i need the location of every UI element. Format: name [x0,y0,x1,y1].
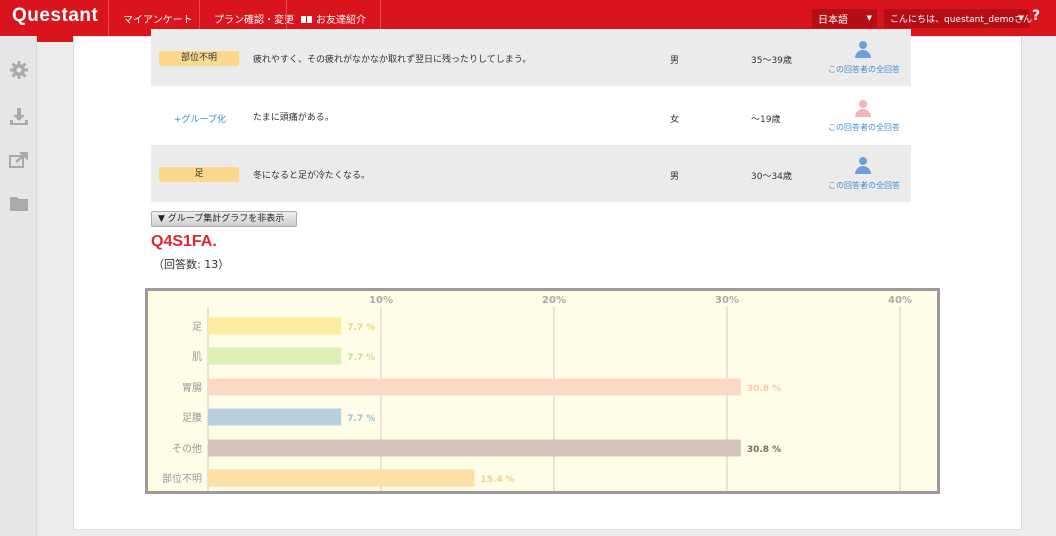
user-menu[interactable]: こんにちは、questant_demoさん ▼ [884,9,1032,28]
male-person-icon [854,157,872,175]
language-label: 日本語 [818,15,848,26]
male-person-icon [854,41,872,59]
data-label: 7.7 % [347,353,375,363]
chevron-down-icon: ▼ [1018,14,1024,22]
category-label: 肌 [192,351,202,363]
group-tag[interactable]: 部位不明 [159,51,239,66]
category-label: その他 [172,442,202,455]
chevron-down-icon: ▼ [866,14,872,22]
all-answers-link[interactable]: この回答者の全回答 [828,122,900,133]
data-label: 15.4 % [480,475,514,485]
table-row: 部位不明 疲れやすく、その疲れがなかなか取れず翌日に残ったりしてしまう。 男 3… [151,29,911,86]
category-label: 胃腸 [182,382,202,394]
respondent-age: 30〜34歳 [751,172,792,182]
x-tick-label: 30% [715,295,739,306]
respondent-sex: 女 [670,115,680,125]
bar-chart: 10% 20% 30% 40% 足 7.7 % 肌 7.7 % 胃腸 30.8 % 足腰 7.7 % そ… [145,288,940,494]
answer-text: 疲れやすく、その疲れがなかなか取れず翌日に残ったりしてしまう。 [253,55,532,65]
bar [208,408,342,426]
x-tick-label: 20% [542,295,566,306]
data-label: 7.7 % [347,414,375,424]
respondent-age: 〜19歳 [751,115,781,125]
data-label: 30.8 % [747,384,781,394]
download-icon[interactable] [9,106,29,126]
nav-referral-label: お友達紹介 [316,14,366,26]
respondent-sex: 男 [670,56,680,66]
language-select[interactable]: 日本語 ▼ [812,9,877,28]
bar-chart-svg: 10% 20% 30% 40% 足 7.7 % 肌 7.7 % 胃腸 30.8 % 足腰 7.7 % そ… [162,295,912,491]
all-answers-link[interactable]: この回答者の全回答 [828,180,900,191]
data-label: 30.8 % [747,445,781,455]
data-label: 7.7 % [347,323,375,333]
bar [208,439,741,457]
x-tick-label: 10% [369,295,393,306]
question-title: Q4S1FA. [151,233,217,250]
gear-icon[interactable] [9,60,29,80]
x-tick-label: 40% [888,295,912,306]
respondent-sex: 男 [670,172,680,182]
category-label: 足腰 [182,412,202,424]
female-person-icon [854,100,872,118]
questant-logo[interactable]: Questant [12,5,98,27]
group-link[interactable]: +グループ化 [174,112,226,125]
respondent-age: 35〜39歳 [751,56,792,66]
bar [208,469,475,487]
bar [208,317,342,335]
answer-text: 冬になると足が冷たくなる。 [253,171,371,181]
answer-text: たまに頭痛がある。 [253,113,334,123]
share-icon[interactable] [9,149,29,169]
help-icon[interactable]: ? [1032,8,1040,24]
bar [208,378,741,396]
response-count: （回答数: 13） [153,258,230,271]
group-tag[interactable]: 足 [159,167,239,182]
bar [208,347,342,365]
folder-icon[interactable] [9,193,29,213]
left-sidebar [0,36,37,536]
table-row: +グループ化 たまに頭痛がある。 女 〜19歳 この回答者の全回答 [151,88,911,145]
category-label: 部位不明 [162,472,202,485]
all-answers-link[interactable]: この回答者の全回答 [828,64,900,75]
category-label: 足 [192,321,202,333]
hide-group-chart-button[interactable]: ▼ グループ集計グラフを非表示 [151,211,297,227]
gift-icon [301,13,312,23]
table-row: 足 冬になると足が冷たくなる。 男 30〜34歳 この回答者の全回答 [151,145,911,202]
user-greeting: こんにちは、questant_demoさん [890,15,1032,25]
